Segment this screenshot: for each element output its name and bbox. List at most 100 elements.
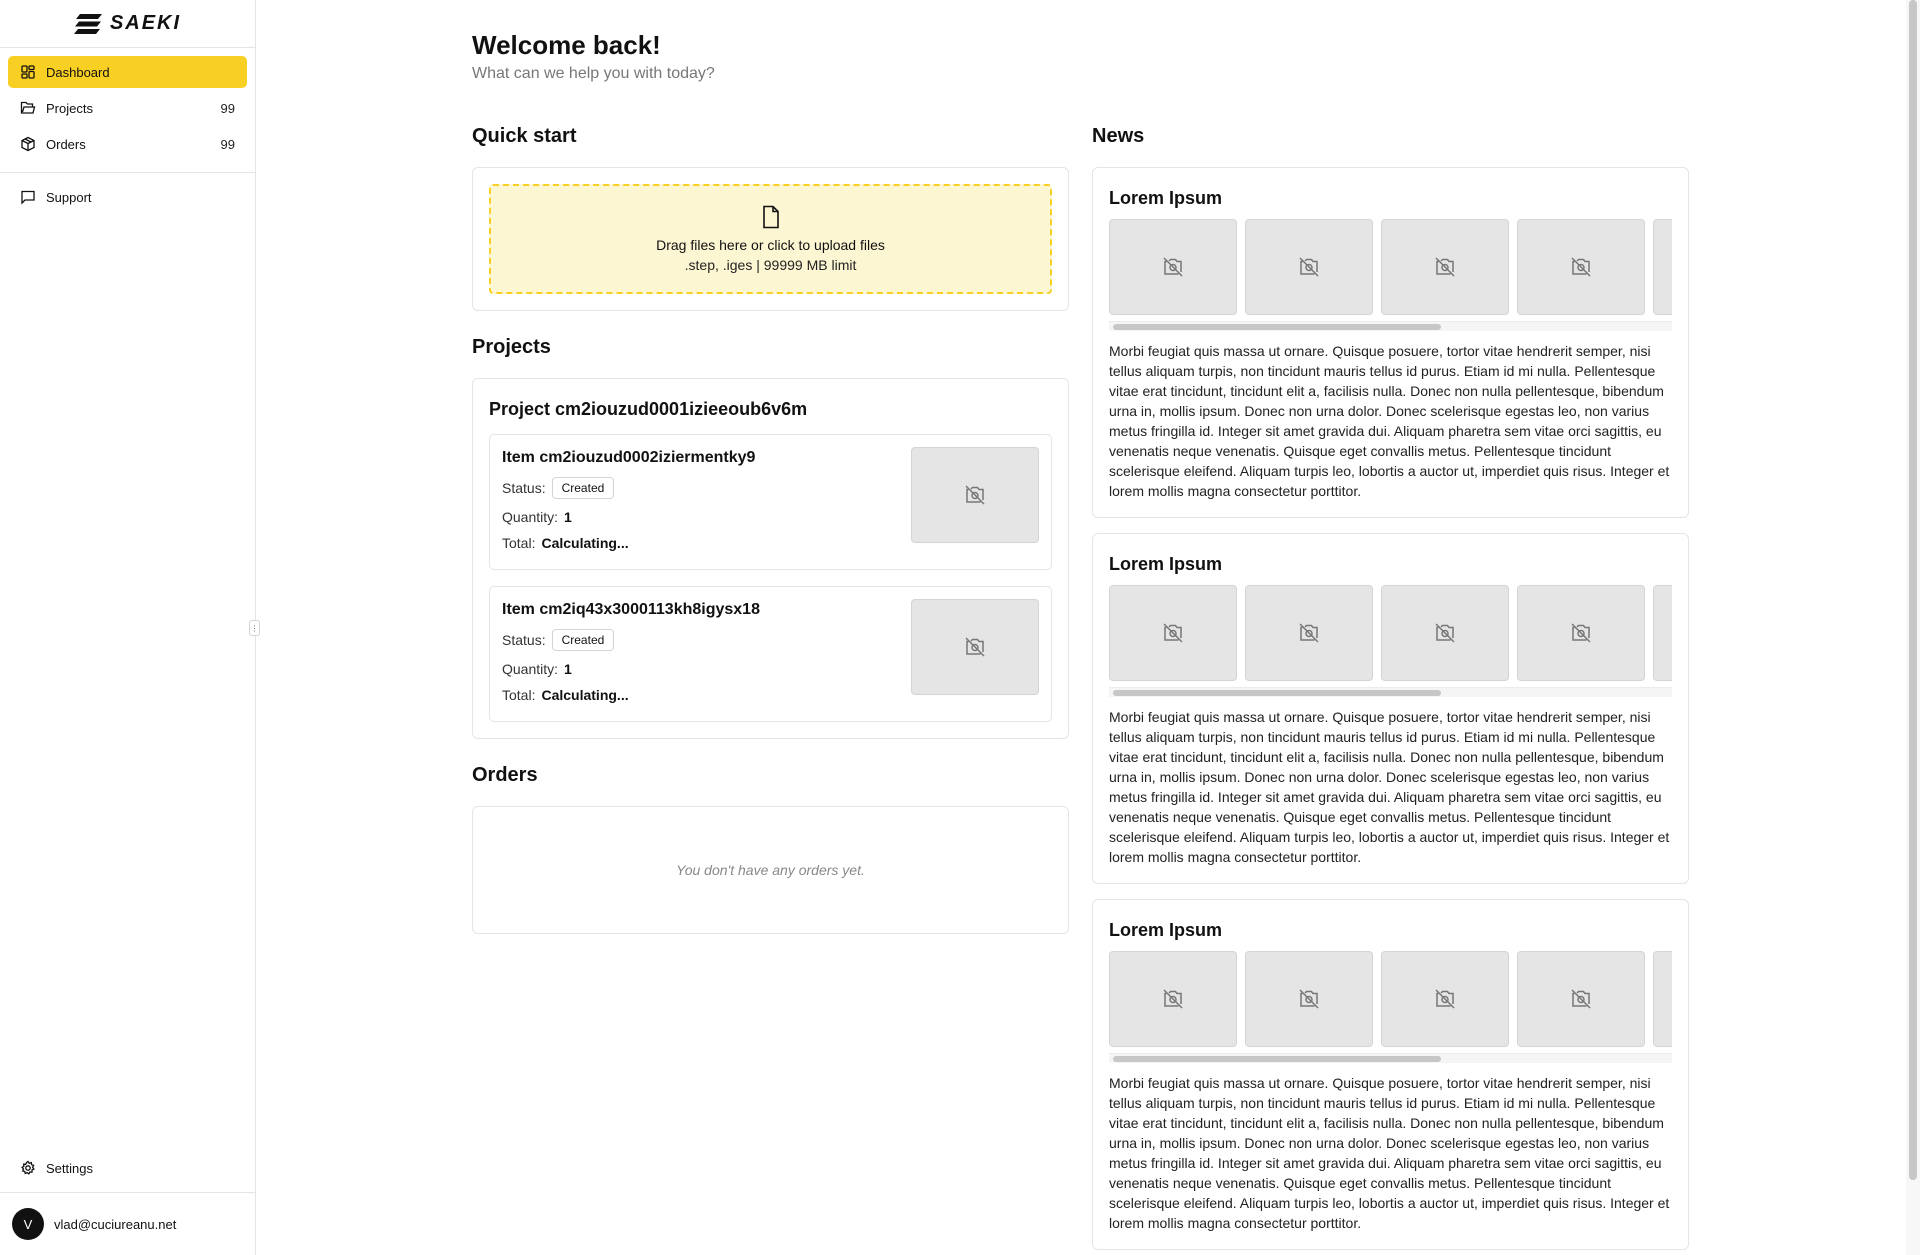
gallery-scrollbar[interactable]: [1109, 321, 1672, 331]
news-list: Lorem Ipsum Morbi feugiat quis massa ut o…: [1092, 167, 1689, 1250]
orders-card: You don't have any orders yet.: [472, 806, 1069, 934]
sidebar-item-label: Orders: [46, 136, 86, 152]
image-off-icon: [1163, 623, 1183, 643]
left-column: Quick start Drag files here or click to …: [472, 116, 1069, 934]
sidebar-item-support[interactable]: Support: [8, 181, 247, 213]
project-card[interactable]: Project cm2iouzud0001izieeoub6v6m Item c…: [472, 378, 1069, 739]
news-article-body: Morbi feugiat quis massa ut ornare. Quis…: [1109, 709, 1670, 865]
image-off-icon: [1571, 257, 1591, 277]
news-image-gallery: [1109, 951, 1672, 1047]
news-image-gallery: [1109, 219, 1672, 315]
box-icon: [20, 136, 36, 152]
news-image-placeholder[interactable]: [1245, 219, 1373, 315]
news-image-placeholder[interactable]: [1517, 585, 1645, 681]
image-off-icon: [1571, 623, 1591, 643]
total-label: Total:: [502, 535, 536, 551]
item-thumbnail: [911, 599, 1039, 695]
news-card[interactable]: Lorem Ipsum Morbi feugiat quis massa ut o…: [1092, 167, 1689, 518]
status-label: Status:: [502, 632, 546, 648]
sidebar-resize-handle[interactable]: ⋮: [249, 620, 260, 636]
gallery-scrollbar[interactable]: [1109, 1053, 1672, 1063]
news-image-placeholder[interactable]: [1653, 951, 1672, 1047]
orders-title: Orders: [472, 764, 538, 786]
news-image-placeholder[interactable]: [1381, 951, 1509, 1047]
main-content: Welcome back! What can we help you with …: [472, 30, 1692, 1250]
image-off-icon: [1435, 257, 1455, 277]
user-profile[interactable]: V vlad@cuciureanu.net: [0, 1193, 255, 1255]
news-image-placeholder[interactable]: [1245, 951, 1373, 1047]
image-off-icon: [1299, 623, 1319, 643]
news-image-placeholder[interactable]: [1381, 219, 1509, 315]
news-image-placeholder[interactable]: [1653, 219, 1672, 315]
sidebar-item-label: Dashboard: [46, 64, 110, 80]
sidebar-item-projects[interactable]: Projects 99: [8, 92, 247, 124]
quantity-label: Quantity:: [502, 509, 559, 525]
page-title: Welcome back!: [472, 30, 661, 60]
sidebar: SAEKI Dashboard Projects 99 Orders 99 Su…: [0, 0, 256, 1255]
news-image-placeholder[interactable]: [1517, 219, 1645, 315]
news-image-placeholder[interactable]: [1653, 585, 1672, 681]
news-article-body: Morbi feugiat quis massa ut ornare. Quis…: [1109, 1075, 1670, 1231]
secondary-nav: Support: [0, 173, 255, 225]
chat-icon: [20, 189, 36, 205]
folder-icon: [20, 100, 36, 116]
image-off-icon: [1163, 989, 1183, 1009]
projects-title: Projects: [472, 336, 551, 358]
news-image-placeholder[interactable]: [1109, 951, 1237, 1047]
news-article-title: Lorem Ipsum: [1109, 554, 1223, 574]
status-badge: Created: [551, 629, 615, 651]
news-card[interactable]: Lorem Ipsum Morbi feugiat quis massa ut o…: [1092, 899, 1689, 1250]
news-card[interactable]: Lorem Ipsum Morbi feugiat quis massa ut o…: [1092, 533, 1689, 884]
sidebar-item-label: Support: [46, 189, 92, 205]
news-image-placeholder[interactable]: [1245, 585, 1373, 681]
file-icon: [762, 205, 779, 229]
avatar: V: [12, 1208, 44, 1240]
settings-section: Settings: [0, 1144, 255, 1193]
gallery-scrollbar[interactable]: [1109, 687, 1672, 697]
image-off-icon: [1435, 623, 1455, 643]
quantity-value: 1: [564, 661, 572, 677]
status-label: Status:: [502, 480, 546, 496]
projects-count-badge: 99: [220, 100, 235, 116]
image-off-icon: [1299, 257, 1319, 277]
news-article-body: Morbi feugiat quis massa ut ornare. Quis…: [1109, 343, 1670, 499]
logo[interactable]: SAEKI: [0, 0, 255, 48]
news-image-placeholder[interactable]: [1517, 951, 1645, 1047]
news-image-placeholder[interactable]: [1109, 585, 1237, 681]
main-nav: Dashboard Projects 99 Orders 99: [0, 48, 255, 172]
news-image-placeholder[interactable]: [1109, 219, 1237, 315]
image-off-icon: [965, 485, 985, 505]
image-off-icon: [965, 637, 985, 657]
quick-start-card: Drag files here or click to upload files…: [472, 167, 1069, 311]
saeki-logo-icon: [73, 13, 102, 34]
scrollbar-thumb[interactable]: [1909, 0, 1917, 1180]
scrollbar-thumb[interactable]: [1113, 324, 1441, 330]
orders-count-badge: 99: [220, 136, 235, 152]
scrollbar-thumb[interactable]: [1113, 690, 1441, 696]
news-title: News: [1092, 125, 1145, 147]
page-scrollbar[interactable]: [1906, 0, 1920, 1255]
file-dropzone[interactable]: Drag files here or click to upload files…: [489, 184, 1052, 294]
total-label: Total:: [502, 687, 536, 703]
sidebar-item-orders[interactable]: Orders 99: [8, 128, 247, 160]
orders-section: Orders You don't have any orders yet.: [472, 755, 1069, 934]
scrollbar-thumb[interactable]: [1113, 1056, 1441, 1062]
news-image-placeholder[interactable]: [1381, 585, 1509, 681]
project-item-card[interactable]: Item cm2iouzud0002iziermentky9 Status: C…: [489, 434, 1052, 570]
projects-section: Projects Project cm2iouzud0001izieeoub6v…: [472, 327, 1069, 739]
user-email: vlad@cuciureanu.net: [54, 1216, 177, 1232]
quantity-label: Quantity:: [502, 661, 559, 677]
project-name[interactable]: Project cm2iouzud0001izieeoub6v6m: [489, 399, 1052, 420]
sidebar-item-dashboard[interactable]: Dashboard: [8, 56, 247, 88]
sidebar-item-settings[interactable]: Settings: [8, 1152, 247, 1184]
dashboard-icon: [20, 64, 36, 80]
total-value: Calculating...: [541, 535, 629, 551]
orders-empty-state: You don't have any orders yet.: [676, 862, 865, 878]
sidebar-item-label: Settings: [46, 1160, 93, 1176]
gear-icon: [20, 1160, 36, 1176]
dropzone-label: Drag files here or click to upload files: [656, 237, 885, 253]
image-off-icon: [1435, 989, 1455, 1009]
project-item-card[interactable]: Item cm2iq43x3000113kh8igysx18 Status: C…: [489, 586, 1052, 722]
sidebar-item-label: Projects: [46, 100, 93, 116]
news-image-gallery: [1109, 585, 1672, 681]
